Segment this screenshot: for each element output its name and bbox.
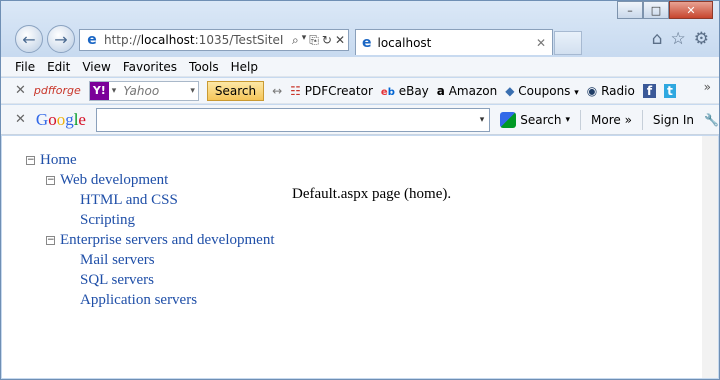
wrench-icon[interactable]: 🔧: [704, 113, 719, 127]
tree-link-mail-servers[interactable]: Mail servers: [80, 250, 155, 270]
tree-leaf-application-servers: Application servers: [26, 290, 275, 310]
tree-link-application-servers[interactable]: Application servers: [80, 290, 197, 310]
tree-leaf-scripting: Scripting: [26, 210, 275, 230]
google-search-field[interactable]: ▾: [95, 107, 491, 132]
menu-bar: File Edit View Favorites Tools Help: [1, 57, 719, 77]
google-search-icon: [500, 111, 517, 128]
page-body-text: Default.aspx page (home).: [292, 186, 452, 202]
tab-localhost[interactable]: e localhost ✕: [355, 29, 553, 55]
stop-icon[interactable]: ✕: [335, 33, 345, 48]
pdfcreator-button[interactable]: ☷ PDFCreator: [290, 84, 373, 98]
home-icon[interactable]: ⌂: [652, 29, 663, 49]
window-controls: – □ ✕: [617, 1, 713, 19]
google-search-button[interactable]: Search ▾: [500, 111, 571, 128]
chevron-down-icon[interactable]: ▾: [475, 115, 490, 125]
sign-in-button[interactable]: Sign In: [653, 113, 694, 127]
more-button[interactable]: More »: [591, 113, 632, 127]
collapse-icon[interactable]: −: [46, 175, 55, 185]
tree-node-enterprise: − Enterprise servers and development: [26, 230, 275, 250]
menu-tools[interactable]: Tools: [189, 60, 219, 74]
menu-file[interactable]: File: [15, 60, 35, 74]
maximize-button[interactable]: □: [643, 1, 669, 19]
page-content: − Home − Web development HTML and CSS Sc…: [2, 136, 718, 378]
collapse-icon[interactable]: −: [46, 235, 55, 245]
pdfforge-toolbar: ✕ pdfforge Y! ▾ ▾ Search ↔ ☷ PDFCreator …: [1, 78, 719, 104]
menu-view[interactable]: View: [82, 60, 110, 74]
tree-link-scripting[interactable]: Scripting: [80, 210, 135, 230]
yahoo-search-button[interactable]: Search: [206, 80, 265, 101]
compat-view-icon[interactable]: ⎘: [309, 33, 319, 48]
tree-link-enterprise[interactable]: Enterprise servers and development: [60, 230, 275, 250]
collapse-icon[interactable]: −: [26, 155, 35, 165]
back-arrow-icon: ←: [22, 29, 36, 49]
tree-leaf-html-css: HTML and CSS: [26, 190, 275, 210]
google-logo[interactable]: Google: [36, 110, 86, 130]
yahoo-search-field[interactable]: Y! ▾ ▾: [88, 80, 199, 101]
browser-window: – □ ✕ ← → e http://localhost:1035/TestSi…: [0, 0, 720, 380]
resize-handle-icon[interactable]: ↔: [272, 84, 282, 98]
ie-page-icon: e: [87, 32, 97, 48]
tree-node-web-development: − Web development: [26, 170, 275, 190]
tree-link-web-development[interactable]: Web development: [60, 170, 168, 190]
gear-icon[interactable]: ⚙: [694, 29, 709, 49]
navigation-bar: ← → e http://localhost:1035/TestSiteI ⌕ …: [1, 23, 719, 57]
yahoo-icon: Y!: [89, 81, 109, 100]
amazon-button[interactable]: a Amazon: [437, 84, 497, 98]
address-url[interactable]: http://localhost:1035/TestSiteI: [104, 33, 292, 47]
tree-leaf-sql-servers: SQL servers: [26, 270, 275, 290]
back-button[interactable]: ←: [15, 25, 43, 53]
tree-link-html-css[interactable]: HTML and CSS: [80, 190, 178, 210]
chevron-down-icon: ▾: [565, 114, 571, 125]
pdf-icon: ☷: [290, 83, 301, 98]
coupon-icon: ◆: [505, 83, 515, 98]
toolbar-divider: [641, 109, 643, 130]
search-icon[interactable]: ⌕: [292, 33, 299, 48]
site-tree: − Home − Web development HTML and CSS Sc…: [26, 150, 275, 310]
forward-arrow-icon: →: [54, 29, 68, 49]
close-tab-icon[interactable]: ✕: [536, 36, 546, 50]
forward-button[interactable]: →: [47, 25, 75, 53]
tree-link-sql-servers[interactable]: SQL servers: [80, 270, 154, 290]
toolbar-overflow-icon[interactable]: »: [704, 80, 711, 94]
close-toolbar-icon[interactable]: ✕: [15, 83, 26, 98]
chevron-down-icon[interactable]: ▾: [109, 86, 120, 96]
facebook-icon[interactable]: f: [642, 83, 657, 98]
google-search-input[interactable]: [96, 108, 475, 131]
close-window-button[interactable]: ✕: [669, 1, 713, 19]
amazon-icon: a: [436, 83, 445, 98]
close-toolbar-icon[interactable]: ✕: [15, 112, 26, 127]
menu-help[interactable]: Help: [231, 60, 258, 74]
menu-edit[interactable]: Edit: [47, 60, 70, 74]
minimize-button[interactable]: –: [617, 1, 643, 19]
ebay-button[interactable]: eb eBay: [381, 84, 429, 98]
tree-link-home[interactable]: Home: [40, 150, 77, 170]
favorites-star-icon[interactable]: ☆: [671, 29, 686, 49]
radio-icon: ◉: [586, 83, 598, 98]
dropdown-icon[interactable]: ▾: [302, 33, 307, 48]
chevron-down-icon[interactable]: ▾: [187, 86, 198, 96]
menu-favorites[interactable]: Favorites: [123, 60, 177, 74]
tab-label: localhost: [377, 35, 432, 50]
refresh-icon[interactable]: ↻: [322, 33, 332, 48]
chevron-down-icon: ▾: [574, 87, 579, 98]
ie-tab-icon: e: [362, 34, 372, 51]
radio-button[interactable]: ◉ Radio: [587, 84, 635, 98]
pdfforge-logo[interactable]: pdfforge: [34, 84, 81, 97]
google-toolbar: ✕ Google ▾ Search ▾ More » Sign In 🔧: [1, 105, 719, 135]
yahoo-search-input[interactable]: [119, 83, 188, 98]
coupons-button[interactable]: ◆ Coupons ▾: [505, 84, 579, 98]
tree-node-home: − Home: [26, 150, 275, 170]
new-tab-button[interactable]: [554, 31, 582, 55]
address-bar[interactable]: e http://localhost:1035/TestSiteI ⌕ ▾ ⎘ …: [79, 29, 349, 51]
twitter-icon[interactable]: t: [664, 83, 676, 98]
toolbar-divider: [580, 109, 581, 130]
ebay-icon: eb: [380, 86, 395, 98]
tree-leaf-mail-servers: Mail servers: [26, 250, 275, 270]
